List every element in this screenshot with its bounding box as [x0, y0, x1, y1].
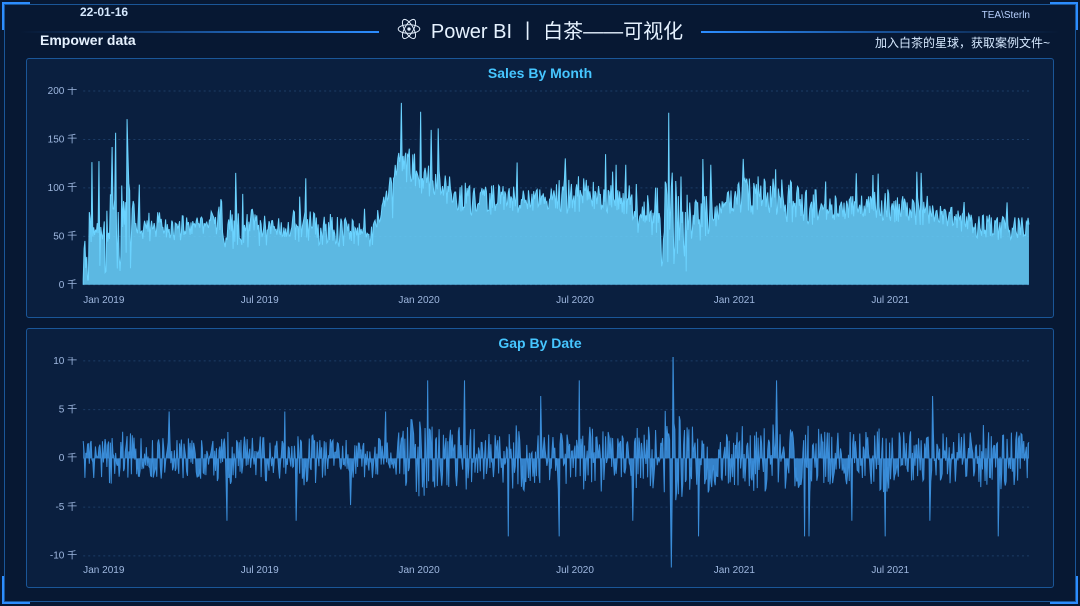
page-title: Power BI 丨 白茶——可视化 — [431, 15, 683, 44]
svg-text:Jan 2019: Jan 2019 — [83, 565, 124, 576]
page-title-wrap: Power BI 丨 白茶——可视化 — [379, 15, 701, 44]
svg-text:Jul 2021: Jul 2021 — [871, 565, 909, 576]
svg-text:Jul 2019: Jul 2019 — [241, 295, 279, 306]
svg-text:Jul 2020: Jul 2020 — [556, 565, 594, 576]
svg-text:50 千: 50 千 — [53, 230, 77, 242]
svg-text:0 千: 0 千 — [59, 452, 78, 464]
svg-text:0 千: 0 千 — [59, 279, 77, 291]
corner-decoration — [1050, 576, 1078, 604]
svg-text:Jan 2021: Jan 2021 — [714, 565, 755, 576]
header-date: 22-01-16 — [80, 5, 128, 19]
chart-title-sales: Sales By Month — [27, 65, 1053, 81]
svg-text:Jan 2021: Jan 2021 — [714, 295, 756, 306]
svg-text:Jul 2019: Jul 2019 — [241, 565, 279, 576]
user-chip: TEA\Sterln — [982, 10, 1030, 21]
svg-text:10 千: 10 千 — [53, 357, 77, 367]
svg-text:Jan 2019: Jan 2019 — [83, 295, 125, 306]
dashboard-frame: 22-01-16 Power BI 丨 白茶——可视化 TEA\Sterln E… — [0, 0, 1080, 606]
header-divider-right — [701, 31, 1060, 33]
panel-gap[interactable]: Gap By Date -10 千 -5 千 0 千 5 千 10 千 Jan 2019 J… — [26, 328, 1054, 588]
svg-text:Jan 2020: Jan 2020 — [398, 565, 440, 576]
subtitle-right: 加入白茶的星球，获取案例文件~ — [875, 34, 1050, 51]
chart-title-gap: Gap By Date — [27, 335, 1053, 351]
subtitle-left: Empower data — [40, 32, 136, 48]
svg-text:5 千: 5 千 — [59, 404, 78, 416]
svg-text:Jul 2021: Jul 2021 — [871, 295, 909, 306]
svg-text:200 千: 200 千 — [48, 87, 78, 97]
svg-text:Jul 2020: Jul 2020 — [556, 295, 594, 306]
svg-text:150 千: 150 千 — [48, 133, 78, 145]
svg-text:-5 千: -5 千 — [55, 501, 77, 513]
atom-icon — [397, 17, 421, 41]
chart-gap[interactable]: -10 千 -5 千 0 千 5 千 10 千 Jan 2019 Jul 2019 Jan 2… — [35, 357, 1039, 579]
charts-container: Sales By Month 0 千 50 千 100 千 150 千 200 千 Jan… — [26, 58, 1054, 588]
chart-sales[interactable]: 0 千 50 千 100 千 150 千 200 千 Jan 2019 Jul 2019 Ja… — [35, 87, 1039, 309]
svg-text:100 千: 100 千 — [48, 182, 78, 194]
svg-text:-10 千: -10 千 — [50, 550, 77, 562]
panel-sales[interactable]: Sales By Month 0 千 50 千 100 千 150 千 200 千 Jan… — [26, 58, 1054, 318]
svg-text:Jan 2020: Jan 2020 — [398, 295, 440, 306]
